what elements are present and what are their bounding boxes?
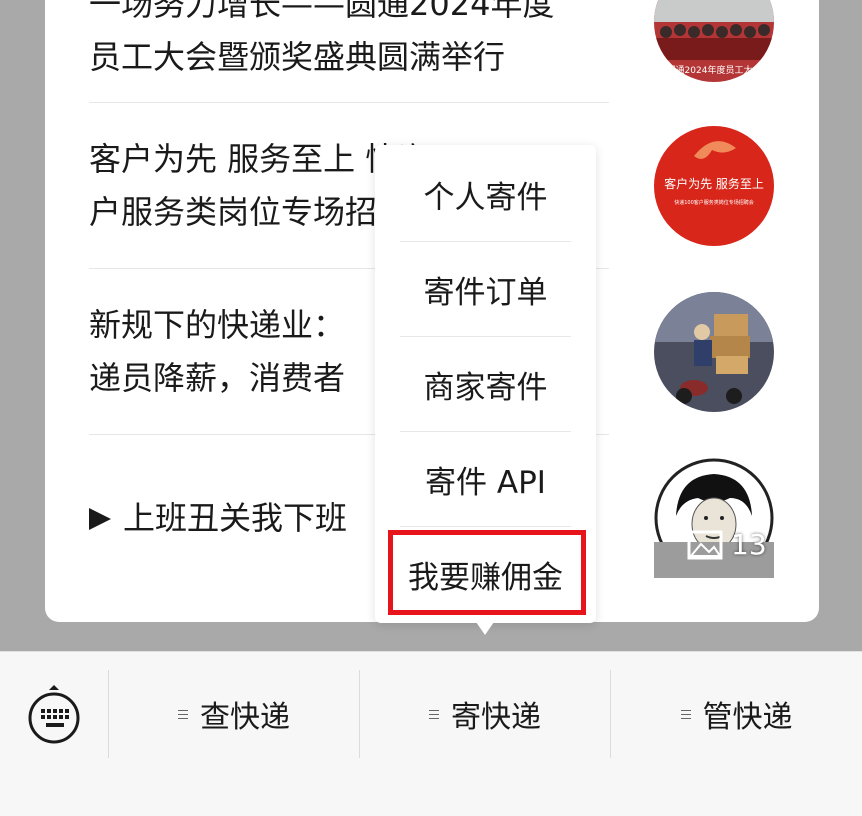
- article-title-line: 员工大会暨颁奖盛典圆满举行: [89, 38, 506, 76]
- article-title-line: 新规下的快递业：: [89, 306, 346, 344]
- article-item-2[interactable]: 客户为先 服务至上 快递100客 户服务类岗位专场招聘会: [89, 133, 419, 239]
- menu-label: 查快递: [200, 700, 290, 735]
- menu-label: 寄快递: [451, 700, 541, 735]
- article-title-line: 一场努力增长——圆通2024年度: [89, 0, 555, 23]
- menu-label: 管快递: [702, 700, 793, 735]
- thumb-caption: 客户为先 服务至上: [664, 176, 764, 191]
- send-express-popup-menu: 个人寄件 寄件订单 商家寄件 寄件 API 我要赚佣金: [375, 145, 596, 623]
- popup-arrow: [476, 622, 494, 635]
- menu-list-icon: [680, 709, 691, 719]
- poster-icon: 客户为先 服务至上 快递100客户服务类岗位专场招聘会: [654, 126, 774, 246]
- article-item-1[interactable]: 一场努力增长——圆通2024年度 员工大会暨颁奖盛典圆满举行: [89, 0, 609, 84]
- article-title-line: 客户为先 服务至上 快递100客: [89, 140, 419, 178]
- menu-send-express[interactable]: 寄快递: [360, 670, 610, 758]
- article-thumbnail-2[interactable]: 客户为先 服务至上 快递100客户服务类岗位专场招聘会: [654, 126, 774, 246]
- article-thumbnail-4[interactable]: 13: [654, 458, 774, 578]
- menu-item-merchant-send[interactable]: 商家寄件: [400, 337, 571, 432]
- menu-query-express[interactable]: 查快递: [109, 670, 359, 758]
- menu-list-icon: [178, 709, 188, 719]
- menu-item-send-orders[interactable]: 寄件订单: [400, 242, 571, 337]
- play-icon: [89, 507, 111, 530]
- keyboard-icon: [28, 685, 80, 744]
- article-title-line: 上班丑关我下班: [123, 499, 348, 537]
- keyboard-toggle-button[interactable]: [0, 652, 108, 776]
- thumb-caption: 圆通2024年度员工大会: [667, 64, 762, 76]
- article-title-line: 递员降薪，消费者: [89, 359, 346, 397]
- event-photo-icon: 圆通2024年度员工大会: [654, 0, 774, 82]
- article-item-4[interactable]: 上班丑关我下班: [89, 492, 419, 545]
- article-item-3[interactable]: 新规下的快递业： 递员降薪，消费者: [89, 299, 419, 405]
- menu-manage-express[interactable]: 管快递: [611, 670, 862, 758]
- bottom-menu-bar: 查快递 寄快递 管快递: [0, 651, 862, 816]
- thumb-subcaption: 快递100客户服务类岗位专场招聘会: [674, 199, 754, 206]
- courier-photo-icon: [654, 292, 774, 412]
- divider: [89, 102, 609, 103]
- menu-item-earn-commission[interactable]: 我要赚佣金: [400, 527, 571, 622]
- article-title-line: 户服务类岗位专场招聘会: [89, 193, 419, 231]
- menu-item-personal-send[interactable]: 个人寄件: [400, 147, 571, 242]
- article-thumbnail-3[interactable]: [654, 292, 774, 412]
- image-count: 13: [731, 528, 767, 561]
- article-thumbnail-1[interactable]: 圆通2024年度员工大会: [654, 0, 774, 82]
- menu-item-send-api[interactable]: 寄件 API: [400, 432, 571, 527]
- menu-list-icon: [429, 709, 439, 719]
- image-count-badge: 13: [687, 528, 767, 561]
- image-icon: [687, 530, 723, 559]
